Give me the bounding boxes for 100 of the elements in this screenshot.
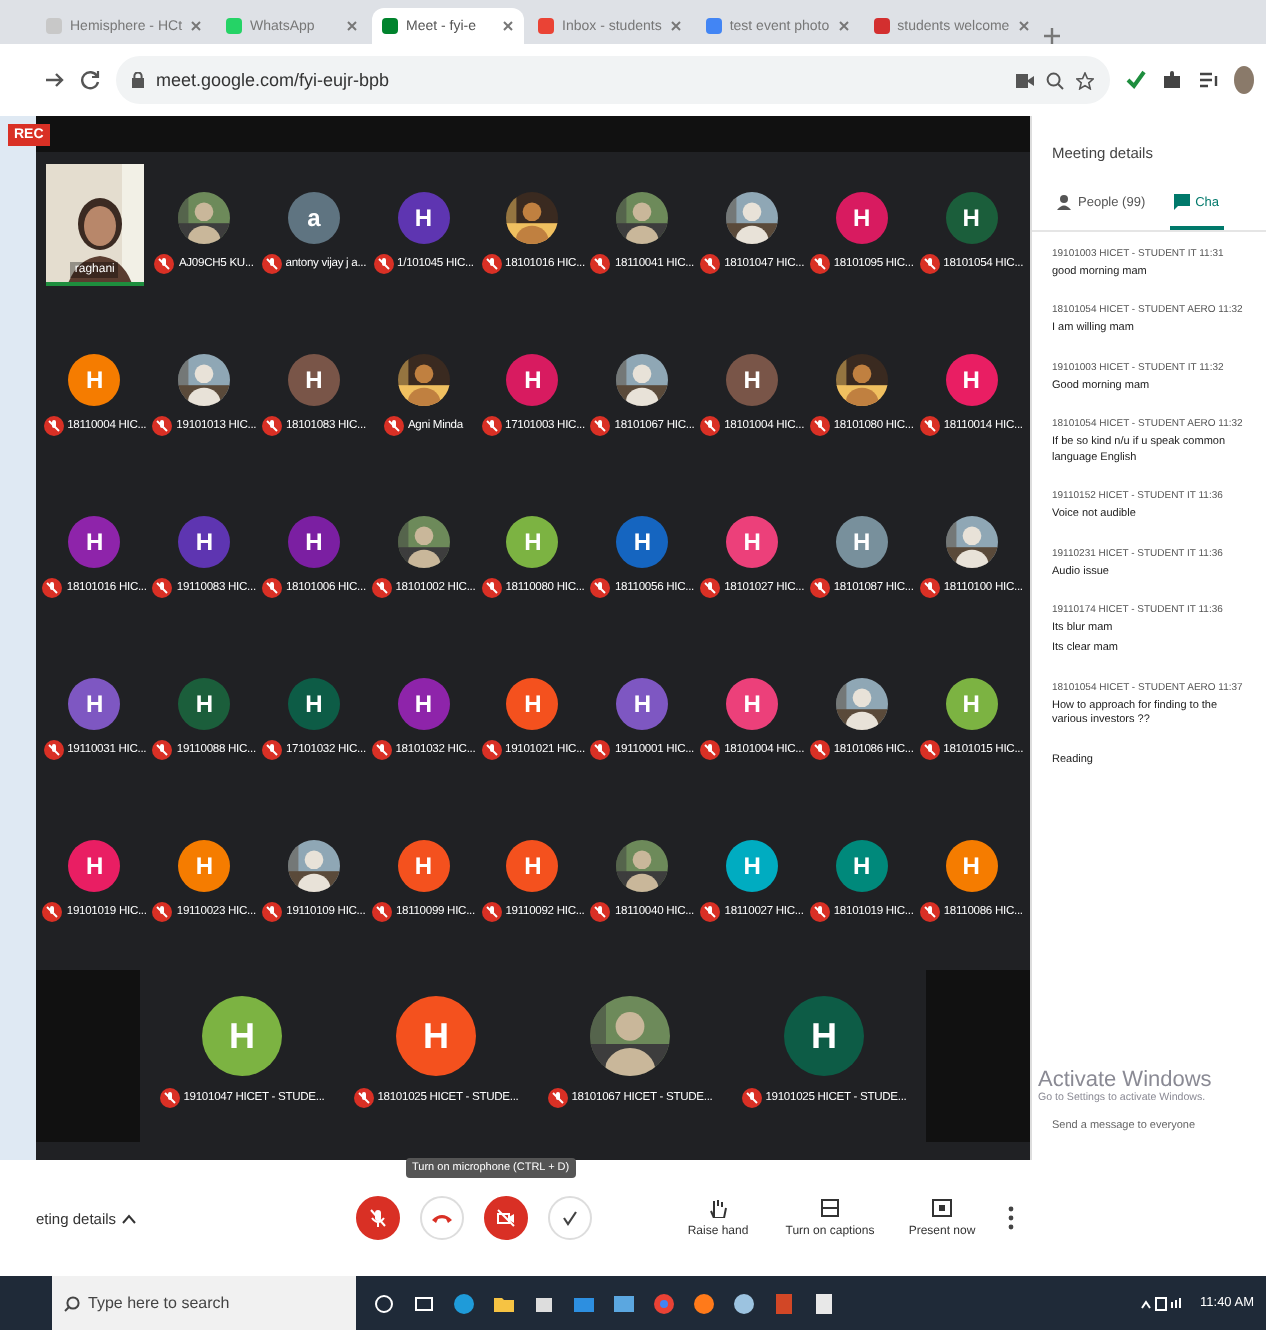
people-icon xyxy=(1056,194,1072,210)
mic-off-icon xyxy=(152,416,173,436)
mic-off-icon xyxy=(152,902,173,922)
mic-off-icon xyxy=(809,416,830,436)
avatar: H xyxy=(945,192,998,244)
mic-off-icon xyxy=(371,740,392,760)
avatar: H xyxy=(784,996,864,1076)
task-view-icon[interactable] xyxy=(412,1291,436,1315)
reload-icon[interactable] xyxy=(80,70,100,90)
tab-favicon-icon xyxy=(873,18,890,34)
mic-off-icon xyxy=(42,578,63,598)
caret-icon xyxy=(122,1213,137,1223)
mic-off-icon xyxy=(261,254,282,274)
mic-off-icon xyxy=(373,254,394,274)
avatar: H xyxy=(396,996,476,1076)
mic-off-icon xyxy=(159,1088,180,1108)
avatar: H xyxy=(726,840,779,892)
mic-off-icon xyxy=(261,740,282,760)
avatar: H xyxy=(68,678,121,730)
avatar: H xyxy=(835,516,888,568)
close-icon[interactable] xyxy=(669,20,682,32)
taskbar-search[interactable]: Type here to search xyxy=(52,1276,356,1330)
mic-off-icon xyxy=(371,578,392,598)
mic-off-icon xyxy=(590,902,611,922)
avatar: H xyxy=(945,354,998,406)
forward-icon[interactable] xyxy=(44,70,64,90)
excel-icon[interactable] xyxy=(812,1291,836,1315)
mic-off-icon xyxy=(590,254,611,274)
mic-off-icon xyxy=(590,416,611,436)
avatar: H xyxy=(616,678,669,730)
mic-off-icon xyxy=(481,578,502,598)
close-icon[interactable] xyxy=(190,20,203,32)
mic-off-icon xyxy=(261,578,282,598)
paint-icon[interactable] xyxy=(732,1291,756,1315)
close-icon[interactable] xyxy=(346,20,359,32)
address-bar[interactable]: meet.google.com/fyi-eujr-bpb xyxy=(116,56,1110,104)
edge-icon[interactable] xyxy=(452,1291,476,1315)
close-icon[interactable] xyxy=(502,20,515,32)
avatar: H xyxy=(287,678,340,730)
profile-avatar-icon[interactable] xyxy=(1234,66,1254,94)
camera-icon xyxy=(1016,73,1034,87)
mic-off-icon xyxy=(481,740,501,760)
close-icon[interactable] xyxy=(837,20,850,32)
tab-favicon-icon xyxy=(46,18,62,34)
mic-off-icon xyxy=(383,416,404,436)
avatar: H xyxy=(287,354,340,406)
cortana-icon[interactable] xyxy=(372,1291,396,1315)
avatar: H xyxy=(397,192,450,244)
lock-icon xyxy=(132,72,144,88)
photos-icon[interactable] xyxy=(612,1291,636,1315)
avatar: H xyxy=(726,516,779,568)
url-text: meet.google.com/fyi-eujr-bpb xyxy=(156,70,390,90)
playlist-icon[interactable] xyxy=(1198,70,1218,90)
powerpoint-icon[interactable] xyxy=(772,1291,796,1315)
mic-off-icon xyxy=(154,254,175,274)
mic-off-icon xyxy=(261,416,282,436)
chrome-icon[interactable] xyxy=(652,1291,676,1315)
tab-favicon-icon xyxy=(226,18,243,34)
avatar: H xyxy=(945,678,998,730)
star-icon[interactable] xyxy=(1076,71,1094,89)
mic-off-icon xyxy=(590,578,611,598)
mic-off-icon xyxy=(809,740,830,760)
avatar: H xyxy=(68,840,121,892)
avatar: H xyxy=(726,678,779,730)
mic-off-icon xyxy=(481,416,501,436)
more-icon[interactable] xyxy=(1008,1206,1014,1230)
firefox-icon[interactable] xyxy=(692,1291,716,1315)
mic-off-icon xyxy=(152,578,173,598)
mic-off-icon xyxy=(809,902,830,922)
puzzle-icon[interactable] xyxy=(1162,70,1182,90)
mic-off-icon xyxy=(919,902,940,922)
mic-off-icon xyxy=(43,416,64,436)
mic-off-icon xyxy=(481,254,501,274)
avatar: H xyxy=(178,516,231,568)
camera-button[interactable] xyxy=(484,1196,528,1240)
avatar: H xyxy=(835,840,888,892)
activation-title: Activate Windows xyxy=(1038,1068,1212,1092)
mic-off-icon xyxy=(700,254,721,274)
microphone-button[interactable] xyxy=(356,1196,400,1240)
chat-icon xyxy=(1173,194,1190,210)
avatar: H xyxy=(68,516,121,568)
tab-favicon-icon xyxy=(538,18,555,34)
close-icon[interactable] xyxy=(1017,20,1030,32)
avatar: a xyxy=(287,192,340,244)
avatar: H xyxy=(945,840,998,892)
checkmark-icon[interactable] xyxy=(1126,70,1146,90)
mic-off-icon xyxy=(700,416,721,436)
search-icon xyxy=(64,1296,80,1312)
check-button[interactable] xyxy=(548,1196,592,1240)
avatar: H xyxy=(506,678,559,730)
mic-off-icon xyxy=(43,740,64,760)
system-tray-icon xyxy=(1140,1295,1185,1311)
mic-off-icon xyxy=(590,740,611,760)
hang-up-button[interactable] xyxy=(420,1196,464,1240)
mic-off-icon xyxy=(741,1088,762,1108)
mic-off-icon xyxy=(42,902,63,922)
mic-off-icon xyxy=(353,1088,374,1108)
avatar: H xyxy=(506,840,559,892)
new-tab-icon[interactable] xyxy=(1043,28,1060,44)
avatar: H xyxy=(506,516,559,568)
